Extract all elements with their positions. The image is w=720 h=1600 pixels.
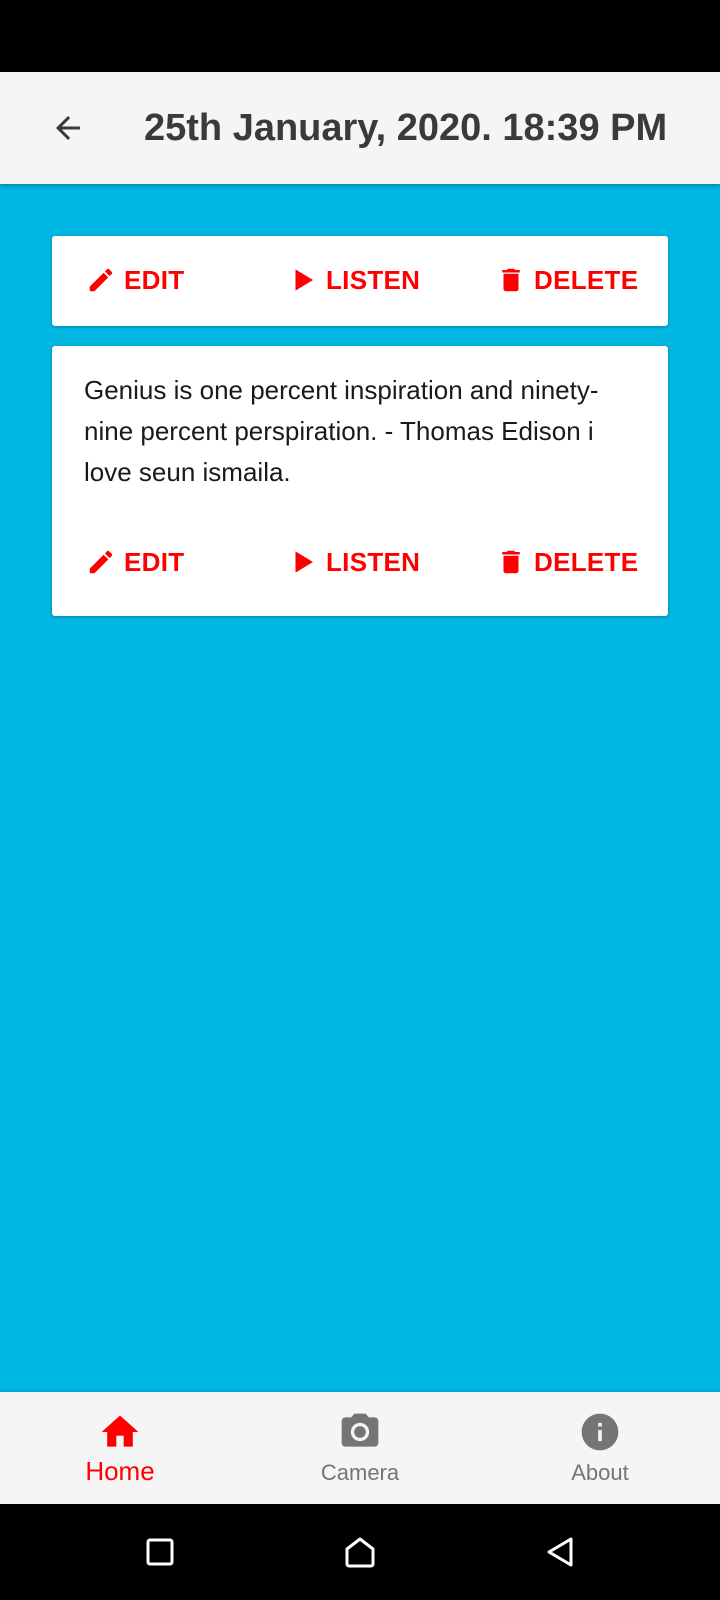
camera-icon [341,1413,379,1447]
listen-button[interactable]: LISTEN [288,250,420,310]
delete-label: DELETE [534,546,639,577]
edit-button[interactable]: EDIT [86,250,184,310]
arrow-back-icon [56,116,80,140]
pencil-icon [89,550,113,574]
app-bar: 25th January, 2020. 18:39 PM [0,72,720,184]
card-actions: EDIT LISTEN DELETE [52,250,668,310]
card-actions: EDIT LISTEN DELETE [52,532,668,592]
recents-icon [146,1538,174,1566]
listen-button[interactable]: LISTEN [288,532,420,592]
back-button[interactable] [40,100,96,156]
home-circle-icon [345,1537,375,1568]
note-card: Genius is one percent inspiration and ni… [52,346,668,616]
pencil-icon [89,268,113,292]
status-bar [0,0,720,72]
main-content: EDIT LISTEN DELETE Genius is one percent… [0,184,720,1392]
trash-icon [502,550,520,574]
nav-label-home: Home [85,1456,155,1486]
edit-label: EDIT [124,264,185,295]
listen-label: LISTEN [326,264,421,295]
info-icon [581,1413,619,1451]
nav-item-about[interactable]: About [480,1392,720,1504]
nav-item-home[interactable]: Home [0,1392,240,1504]
delete-button[interactable]: DELETE [496,532,638,592]
bottom-navigation: Home Camera About [0,1392,720,1504]
nav-label-about: About [571,1460,629,1485]
listen-label: LISTEN [326,546,421,577]
trash-icon [502,268,520,292]
delete-label: DELETE [534,264,639,295]
system-home-button[interactable] [336,1528,384,1576]
home-icon [101,1415,139,1447]
delete-button[interactable]: DELETE [496,250,638,310]
play-icon [295,551,313,573]
nav-item-camera[interactable]: Camera [240,1392,480,1504]
recents-button[interactable] [136,1528,184,1576]
page-title: 25th January, 2020. 18:39 PM [144,107,668,149]
system-back-button[interactable] [536,1528,584,1576]
note-text: Genius is one percent inspiration and ni… [84,375,599,487]
system-navigation-bar [0,1504,720,1600]
edit-label: EDIT [124,546,185,577]
note-card: EDIT LISTEN DELETE [52,236,668,326]
back-triangle-icon [547,1537,573,1567]
edit-button[interactable]: EDIT [86,532,184,592]
play-icon [295,269,313,291]
nav-label-camera: Camera [320,1460,400,1485]
